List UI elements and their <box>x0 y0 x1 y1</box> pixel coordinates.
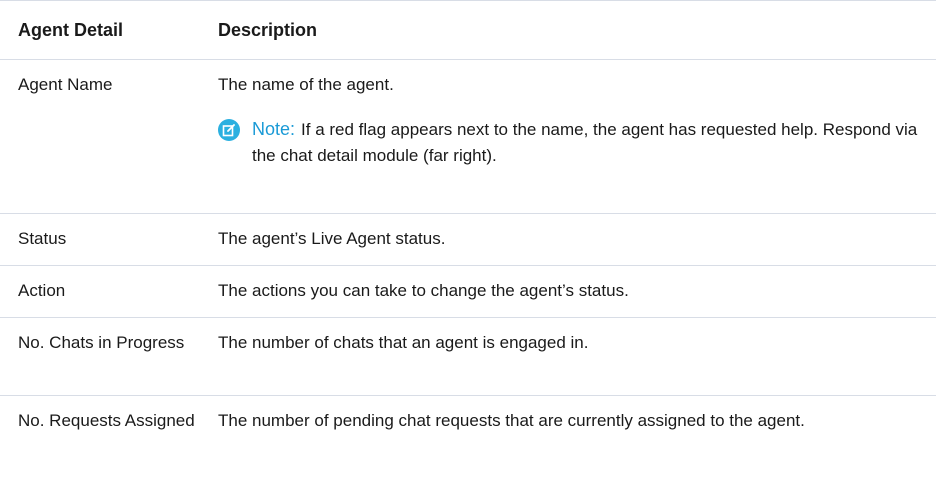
row-detail: No. Chats in Progress <box>18 333 185 352</box>
edit-note-icon <box>218 119 240 141</box>
agent-detail-table: Agent Detail Description Agent Name The … <box>0 0 936 474</box>
header-agent-detail: Agent Detail <box>18 19 124 40</box>
row-description: The name of the agent. <box>218 75 394 94</box>
row-description: The number of pending chat requests that… <box>218 411 805 430</box>
note-label: Note: <box>252 119 296 139</box>
note-text: If a red flag appears next to the name, … <box>252 120 918 165</box>
table-row: No. Chats in Progress The number of chat… <box>0 318 936 396</box>
row-description-cell: The name of the agent. Note: If a red fla… <box>218 60 936 213</box>
table-row: Action The actions you can take to chang… <box>0 266 936 318</box>
row-detail: Action <box>18 281 66 300</box>
note-callout: Note: If a red flag appears next to the n… <box>218 116 926 169</box>
table-header: Agent Detail Description <box>0 1 936 60</box>
row-description: The actions you can take to change the a… <box>218 281 629 300</box>
row-detail: Agent Name <box>18 75 113 94</box>
row-description: The number of chats that an agent is eng… <box>218 333 589 352</box>
row-detail: No. Requests Assigned <box>18 411 195 430</box>
table-row: Agent Name The name of the agent. Note: I… <box>0 60 936 214</box>
note-body: Note: If a red flag appears next to the n… <box>252 116 926 169</box>
table-row: Status The agent’s Live Agent status. <box>0 214 936 266</box>
table-row: No. Requests Assigned The number of pend… <box>0 396 936 474</box>
row-description: The agent’s Live Agent status. <box>218 229 446 248</box>
row-detail: Status <box>18 229 67 248</box>
header-description: Description <box>218 19 318 40</box>
